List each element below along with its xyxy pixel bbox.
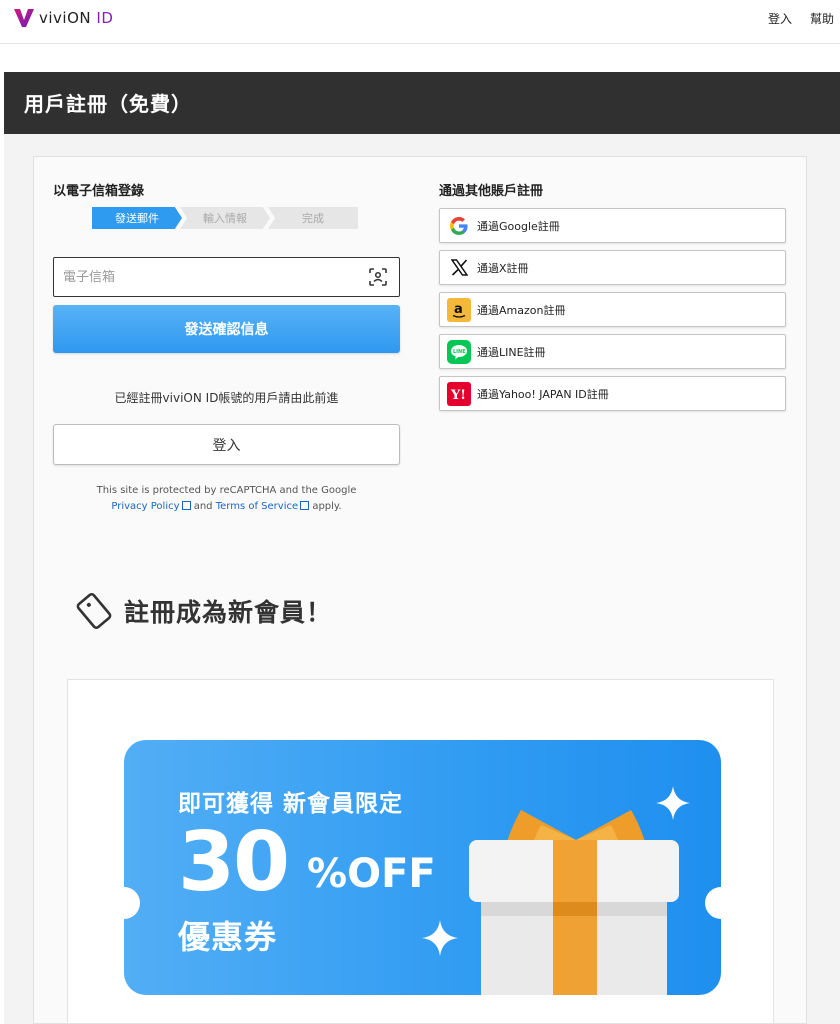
coupon-notch-left — [124, 887, 140, 919]
email-section-title: 以電子信箱登錄 — [53, 184, 145, 199]
sparkle-icon — [422, 920, 458, 956]
x-signup-button[interactable]: 通過X註冊 — [439, 250, 786, 285]
line-signup-button[interactable]: LINE 通過LINE註冊 — [439, 334, 786, 369]
tag-icon — [76, 593, 112, 629]
coupon-headline: 即可獲得 新會員限定 — [178, 791, 404, 817]
step-send-mail: 發送郵件 — [92, 207, 182, 229]
vivion-logo[interactable]: viviON ID — [13, 8, 113, 28]
line-signup-label: 通過LINE註冊 — [477, 345, 546, 359]
coupon-discount-off: %OFF — [307, 851, 436, 897]
coupon-discount-number: 30 — [178, 815, 290, 910]
external-link-icon — [181, 501, 191, 510]
gift-box-icon — [469, 810, 679, 995]
svg-text:Y!: Y! — [450, 388, 466, 402]
coupon-notch-right — [705, 887, 721, 919]
top-header: viviON ID 登入 幫助 — [0, 0, 840, 44]
help-link[interactable]: 幫助 — [810, 10, 834, 27]
google-icon — [447, 214, 471, 238]
amazon-signup-button[interactable]: a 通過Amazon註冊 — [439, 292, 786, 327]
svg-text:LINE: LINE — [453, 349, 466, 355]
already-registered-text: 已經註冊viviON ID帳號的用戶請由此前進 — [114, 391, 339, 405]
yahoo-signup-button[interactable]: Y! 通過Yahoo! JAPAN ID註冊 — [439, 376, 786, 411]
google-signup-button[interactable]: 通過Google註冊 — [439, 208, 786, 243]
recaptcha-notice: This site is protected by reCAPTCHA and … — [53, 483, 400, 515]
promo-title: 註冊成為新會員！ — [124, 598, 333, 627]
page-title-bar: 用戶註冊（免費） — [4, 72, 840, 134]
terms-of-service-link[interactable]: Terms of Service — [216, 501, 310, 512]
login-link[interactable]: 登入 — [768, 10, 792, 27]
coupon-banner[interactable]: 即可獲得 新會員限定 30 %OFF 優惠券 — [124, 740, 721, 995]
logo-text: viviON ID — [39, 9, 114, 27]
amazon-icon: a — [447, 297, 471, 322]
recaptcha-text: This site is protected by reCAPTCHA and … — [96, 485, 357, 496]
line-icon: LINE — [447, 339, 471, 364]
amazon-signup-label: 通過Amazon註冊 — [477, 303, 566, 317]
apply-text: apply. — [312, 501, 342, 512]
send-confirmation-button[interactable]: 發送確認信息 — [53, 305, 400, 353]
login-button[interactable]: 登入 — [53, 424, 400, 465]
svg-text:a: a — [454, 302, 463, 317]
yahoo-icon: Y! — [447, 381, 471, 406]
x-icon — [447, 256, 471, 280]
privacy-policy-link[interactable]: Privacy Policy — [111, 501, 191, 512]
sparkle-icon — [656, 786, 690, 820]
google-signup-label: 通過Google註冊 — [477, 219, 560, 233]
and-text: and — [193, 501, 213, 512]
step-enter-info: 輸入情報 — [180, 207, 270, 229]
email-field-wrapper — [53, 257, 400, 297]
page-title: 用戶註冊（免費） — [24, 92, 192, 116]
coupon-type: 優惠券 — [178, 918, 278, 956]
email-input[interactable] — [54, 258, 354, 296]
x-signup-label: 通過X註冊 — [477, 261, 529, 275]
step-complete: 完成 — [268, 207, 358, 229]
contact-scan-icon[interactable] — [369, 268, 387, 286]
sns-section-title: 通過其他賬戶註冊 — [439, 184, 544, 199]
yahoo-signup-label: 通過Yahoo! JAPAN ID註冊 — [477, 387, 609, 401]
vivion-v-icon — [14, 9, 34, 27]
progress-steps: 發送郵件 輸入情報 完成 — [92, 207, 358, 229]
external-link-icon — [300, 501, 310, 510]
